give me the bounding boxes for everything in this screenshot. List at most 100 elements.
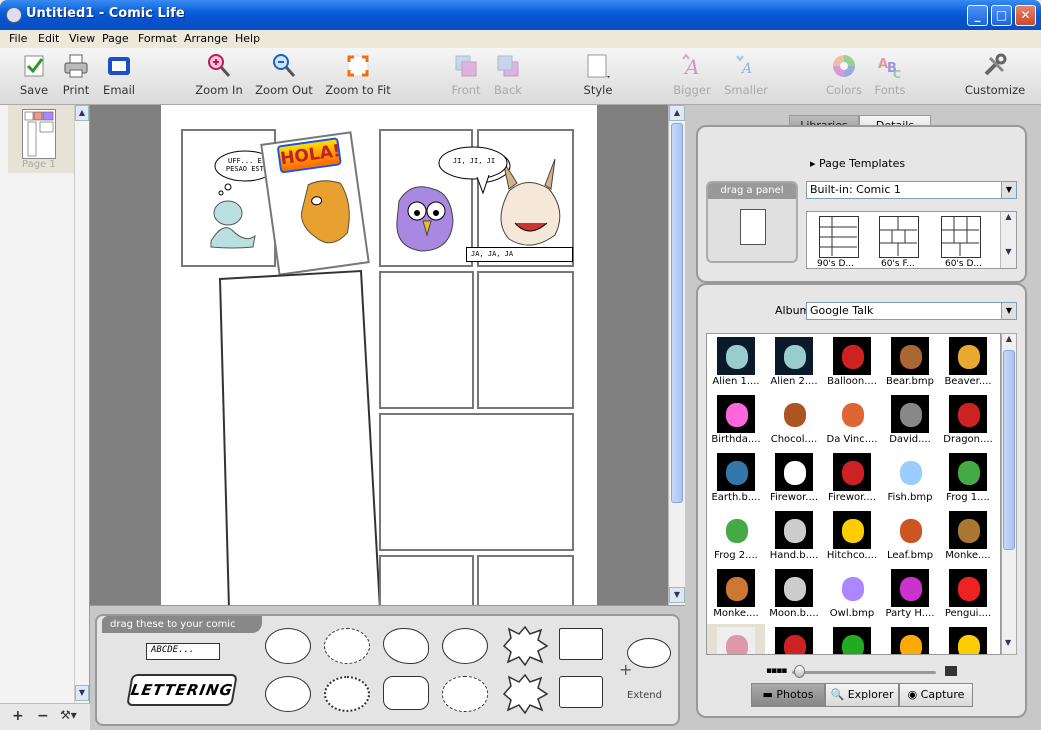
page-list-scrollbar[interactable]: ▲ ▼: [74, 105, 89, 703]
menu-help[interactable]: Help: [235, 32, 260, 45]
image-thumb[interactable]: Bear.bmp: [881, 334, 939, 392]
menu-edit[interactable]: Edit: [38, 32, 59, 45]
rounded-rect-balloon[interactable]: [383, 676, 429, 710]
panel-5[interactable]: [217, 269, 387, 605]
image-thumb[interactable]: Chocol....: [765, 392, 823, 450]
speech-bubble-2[interactable]: [437, 145, 533, 195]
whisper-balloon[interactable]: [324, 628, 370, 664]
tab-photos[interactable]: ▬ Photos: [751, 683, 825, 707]
save-button[interactable]: Save: [17, 52, 51, 97]
caption-sample[interactable]: ABCDE...: [146, 643, 220, 660]
email-button[interactable]: Email: [101, 52, 137, 97]
page-thumbnail[interactable]: [22, 109, 56, 159]
image-thumb[interactable]: Da Vinc....: [823, 392, 881, 450]
scroll-up-arrow[interactable]: ▲: [1001, 212, 1016, 221]
image-thumb[interactable]: Firewor....: [765, 450, 823, 508]
image-thumb[interactable]: [823, 624, 881, 654]
tab-explorer[interactable]: 🔍 Explorer: [825, 683, 899, 707]
menu-page[interactable]: Page: [102, 32, 129, 45]
page-tools-menu-icon[interactable]: ⚒▾: [60, 708, 77, 722]
menu-file[interactable]: File: [9, 32, 27, 45]
template-60s-f[interactable]: [879, 216, 919, 258]
image-thumb[interactable]: Monke....: [939, 508, 997, 566]
image-thumb[interactable]: [881, 624, 939, 654]
image-grid-scrollbar[interactable]: ▲ ▼: [1001, 333, 1017, 655]
image-thumb[interactable]: Party H....: [881, 566, 939, 624]
grid-scroll-thumb[interactable]: [1003, 350, 1015, 550]
bigger-button[interactable]: A Bigger: [672, 52, 712, 97]
smaller-button[interactable]: A Smaller: [722, 52, 770, 97]
slider-knob[interactable]: [794, 665, 805, 678]
zoom-out-button[interactable]: Zoom Out: [254, 52, 314, 97]
image-thumb[interactable]: Fish.bmp: [881, 450, 939, 508]
canvas-scroll-up[interactable]: ▲: [669, 105, 685, 121]
image-thumb[interactable]: Monke....: [707, 566, 765, 624]
rect-balloon[interactable]: [559, 628, 603, 660]
explosion-balloon[interactable]: [499, 674, 549, 714]
scroll-up-arrow[interactable]: ▲: [1002, 334, 1016, 343]
rect-balloon-2[interactable]: [559, 676, 603, 708]
image-thumb[interactable]: Frog 1....: [939, 450, 997, 508]
zoom-to-fit-button[interactable]: Zoom to Fit: [324, 52, 392, 97]
image-thumb[interactable]: David....: [881, 392, 939, 450]
tab-capture[interactable]: ◉ Capture: [899, 683, 973, 707]
speech-balloon-oval[interactable]: [265, 628, 311, 664]
menu-arrange[interactable]: Arrange: [184, 32, 228, 45]
canvas-scrollbar[interactable]: ▲ ▼: [668, 105, 685, 605]
scroll-up-arrow[interactable]: ▲: [75, 105, 89, 121]
image-thumb[interactable]: [707, 624, 765, 654]
image-thumb[interactable]: Beaver....: [939, 334, 997, 392]
image-thumb[interactable]: Moon.b....: [765, 566, 823, 624]
image-thumb[interactable]: [765, 624, 823, 654]
image-thumb[interactable]: Pengui....: [939, 566, 997, 624]
thumbnail-size-slider[interactable]: [792, 671, 936, 674]
image-thumb[interactable]: Leaf.bmp: [881, 508, 939, 566]
maximize-button[interactable]: □: [991, 5, 1012, 26]
panel-6[interactable]: [379, 271, 474, 409]
colors-button[interactable]: Colors: [824, 52, 864, 97]
menu-view[interactable]: View: [69, 32, 95, 45]
shout-balloon[interactable]: [499, 626, 549, 666]
scroll-down-arrow[interactable]: ▼: [1005, 638, 1011, 647]
thought-balloon[interactable]: [383, 628, 429, 664]
panel-2[interactable]: HOLA!: [260, 131, 370, 276]
canvas-scroll-down[interactable]: ▼: [669, 587, 685, 603]
comic-page[interactable]: UFF... EL PESAO ESTE HOLA! JI, JI, JI JA…: [161, 105, 597, 605]
customize-button[interactable]: Customize: [964, 52, 1026, 97]
minimize-button[interactable]: _: [967, 5, 988, 26]
panel-7[interactable]: [477, 271, 574, 409]
image-thumb[interactable]: Earth.b....: [707, 450, 765, 508]
image-thumb[interactable]: Alien 2....: [765, 334, 823, 392]
image-thumb[interactable]: Hitchco....: [823, 508, 881, 566]
drag-panel-area[interactable]: drag a panel: [706, 181, 798, 263]
remove-page-button[interactable]: −: [37, 708, 49, 724]
templates-header[interactable]: ▸ Page Templates: [810, 157, 905, 170]
image-thumb[interactable]: [939, 624, 997, 654]
print-button[interactable]: Print: [60, 52, 92, 97]
add-page-button[interactable]: +: [12, 708, 24, 724]
speech-balloon-left[interactable]: [265, 676, 311, 712]
scroll-down-arrow[interactable]: ▼: [1001, 247, 1016, 256]
scalloped-balloon[interactable]: [324, 676, 370, 712]
close-button[interactable]: ✕: [1015, 5, 1036, 26]
template-90s[interactable]: [819, 216, 859, 258]
speech-bubble-text-2[interactable]: JI, JI, JI: [449, 157, 499, 165]
canvas-scroll-thumb[interactable]: [671, 123, 683, 503]
scroll-down-arrow[interactable]: ▼: [75, 685, 89, 701]
image-thumb[interactable]: Firewor....: [823, 450, 881, 508]
menu-format[interactable]: Format: [138, 32, 177, 45]
image-thumb[interactable]: Hand.b....: [765, 508, 823, 566]
template-select[interactable]: Built-in: Comic 1 ▼: [806, 181, 1017, 199]
zoom-in-button[interactable]: Zoom In: [193, 52, 245, 97]
panel-9[interactable]: [379, 555, 474, 605]
caption-box[interactable]: JA, JA, JA: [466, 247, 573, 262]
wavy-balloon[interactable]: [442, 676, 488, 712]
template-scrollbar[interactable]: ▲ ▼: [1000, 212, 1016, 268]
front-button[interactable]: Front: [449, 52, 483, 97]
back-button[interactable]: Back: [492, 52, 524, 97]
template-60s-d[interactable]: [941, 216, 981, 258]
image-thumb[interactable]: Balloon....: [823, 334, 881, 392]
speech-balloon-2[interactable]: [442, 628, 488, 664]
image-thumb[interactable]: Birthda....: [707, 392, 765, 450]
lettering-sample[interactable]: LETTERING: [126, 674, 238, 706]
